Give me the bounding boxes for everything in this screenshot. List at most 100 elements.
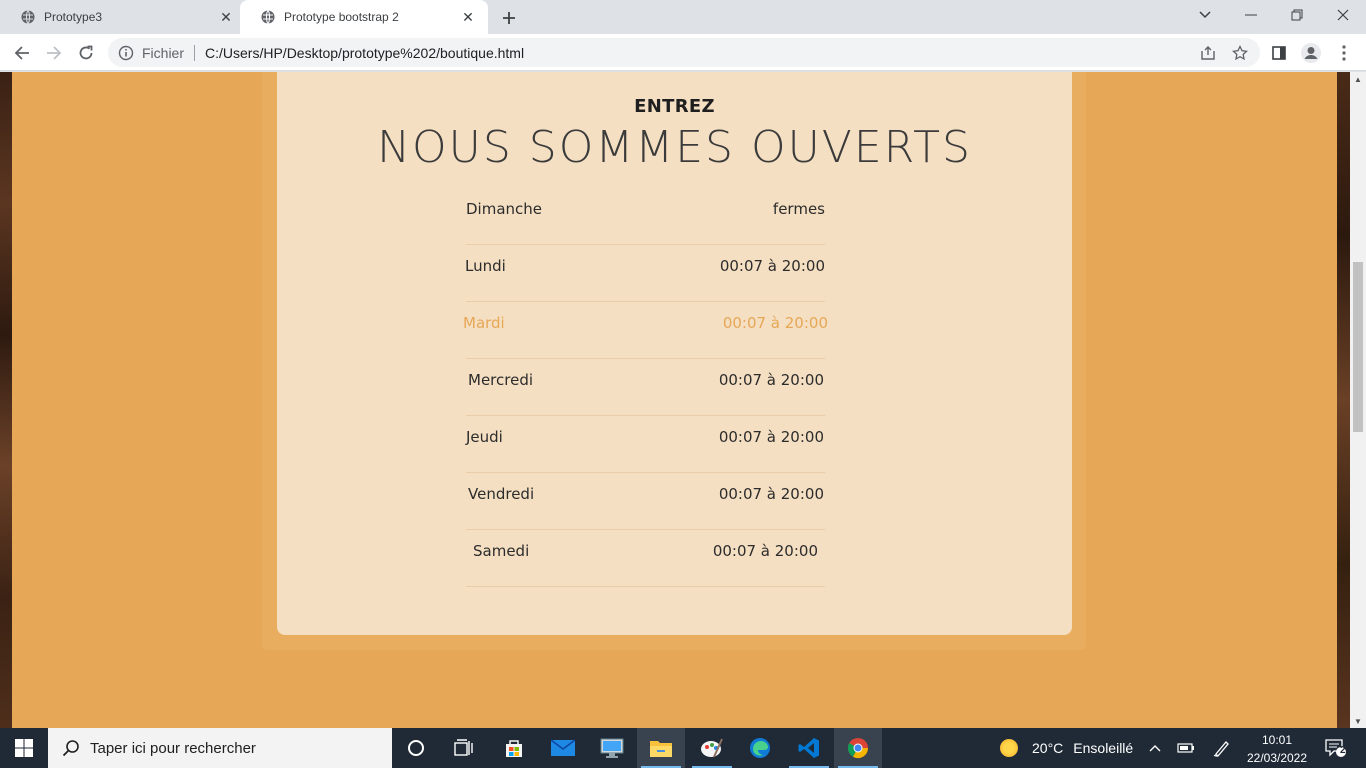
vscode-app[interactable]: [785, 728, 833, 768]
hours-row-samedi: Samedi 00:07 à 20:00: [466, 530, 825, 587]
chrome-icon: [847, 738, 869, 759]
hours-row-lundi: Lundi 00:07 à 20:00: [465, 245, 825, 302]
page-viewport: ENTREZ NOUS SOMMES OUVERTS Dimanche ferm…: [0, 72, 1366, 728]
remote-desktop-icon: [600, 738, 624, 758]
globe-icon: [261, 10, 275, 24]
weather-temperature: 20°C: [1032, 740, 1064, 756]
restore-button[interactable]: [1274, 0, 1320, 30]
hours-row-mardi: Mardi 00:07 à 20:00: [463, 302, 828, 359]
mail-app[interactable]: [539, 728, 587, 768]
tab-prototype3[interactable]: Prototype3 ✕: [0, 0, 246, 34]
plus-icon: [503, 12, 515, 24]
address-bar[interactable]: Fichier C:/Users/HP/Desktop/prototype%20…: [108, 38, 1260, 67]
weather-widget[interactable]: 20°C Ensoleillé: [1000, 728, 1133, 768]
scroll-down-arrow[interactable]: ▼: [1350, 714, 1366, 728]
time-label: 00:07 à 20:00: [722, 314, 828, 332]
time-label: 00:07 à 20:00: [718, 371, 824, 389]
vscode-icon: [798, 738, 819, 758]
page-scrollbar[interactable]: ▲ ▼: [1350, 72, 1366, 728]
battery-icon: [1177, 743, 1194, 753]
search-placeholder: Taper ici pour rechercher: [90, 739, 256, 757]
side-panel-icon: [1272, 46, 1286, 60]
avatar-icon: [1301, 43, 1321, 63]
close-icon: [1337, 9, 1349, 21]
time-label: 00:07 à 20:00: [718, 485, 824, 503]
clock-time: 10:01: [1261, 733, 1293, 747]
tab-search-button[interactable]: [1182, 0, 1228, 30]
taskbar-search-box[interactable]: Taper ici pour rechercher: [48, 728, 392, 768]
minimize-button[interactable]: [1228, 0, 1274, 30]
profile-button[interactable]: [1297, 39, 1325, 67]
scroll-up-arrow[interactable]: ▲: [1350, 72, 1366, 86]
store-icon: [506, 740, 522, 757]
share-button[interactable]: [1194, 39, 1222, 67]
new-tab-button[interactable]: [498, 7, 520, 29]
cortana-button[interactable]: [392, 728, 440, 768]
taskbar-clock[interactable]: 10:01 22/03/2022: [1240, 728, 1314, 768]
day-label: Lundi: [465, 257, 506, 275]
star-icon: [1232, 45, 1248, 61]
menu-button[interactable]: [1330, 39, 1358, 67]
task-view-icon: [454, 739, 473, 756]
task-view-button[interactable]: [440, 728, 488, 768]
time-label: fermes: [772, 200, 825, 218]
day-label: Samedi: [473, 542, 530, 560]
forward-button[interactable]: [40, 39, 68, 67]
day-label: Mardi: [463, 314, 505, 332]
paint-app[interactable]: [688, 728, 736, 768]
info-icon[interactable]: [118, 45, 134, 61]
tab-title: Prototype bootstrap 2: [284, 10, 399, 24]
time-label: 00:07 à 20:00: [719, 257, 825, 275]
start-button[interactable]: [0, 728, 48, 768]
day-label: Dimanche: [466, 200, 543, 218]
coffee-background-right: [1337, 72, 1350, 728]
reload-icon: [79, 45, 93, 60]
more-vertical-icon: [1342, 45, 1346, 61]
remote-desktop-app[interactable]: [588, 728, 636, 768]
weather-condition: Ensoleillé: [1073, 740, 1134, 756]
close-window-button[interactable]: [1320, 0, 1366, 30]
bookmark-button[interactable]: [1226, 39, 1254, 67]
edge-icon: [750, 738, 770, 758]
windows-taskbar: Taper ici pour rechercher 20°C Ensoleill…: [0, 728, 1366, 768]
file-explorer-app[interactable]: [637, 728, 685, 768]
pen-icon: [1213, 741, 1229, 757]
hours-row-dimanche: Dimanche fermes: [466, 188, 825, 245]
url-text[interactable]: C:/Users/HP/Desktop/prototype%202/boutiq…: [205, 45, 1260, 61]
day-label: Mercredi: [468, 371, 534, 389]
file-explorer-icon: [650, 741, 672, 757]
day-label: Jeudi: [466, 428, 503, 446]
section-heading: NOUS SOMMES OUVERTS: [377, 122, 972, 173]
search-icon: [62, 740, 79, 757]
paint-icon: [701, 738, 723, 758]
scrollbar-thumb[interactable]: [1353, 262, 1363, 432]
tab-prototype-bootstrap-2[interactable]: Prototype bootstrap 2 ✕: [240, 0, 488, 34]
time-label: 00:07 à 20:00: [712, 542, 818, 560]
close-tab-icon[interactable]: ✕: [458, 7, 478, 27]
reload-button[interactable]: [72, 39, 100, 67]
battery-button[interactable]: [1174, 728, 1198, 768]
clock-date: 22/03/2022: [1246, 751, 1308, 765]
pen-workspace-button[interactable]: [1210, 728, 1234, 768]
minimize-icon: [1245, 14, 1257, 16]
side-panel-button[interactable]: [1265, 39, 1293, 67]
chevron-up-icon: [1149, 745, 1161, 752]
sun-icon: [1000, 739, 1018, 757]
close-tab-icon[interactable]: ✕: [216, 7, 236, 27]
hours-row-mercredi: Mercredi 00:07 à 20:00: [466, 359, 825, 416]
edge-app[interactable]: [736, 728, 784, 768]
action-center-button[interactable]: 2: [1316, 728, 1356, 768]
store-app[interactable]: [490, 728, 538, 768]
show-hidden-icons-button[interactable]: [1144, 728, 1166, 768]
chevron-down-icon: [1199, 11, 1211, 19]
arrow-left-icon: [14, 46, 29, 60]
chrome-app[interactable]: [834, 728, 882, 768]
back-button[interactable]: [8, 39, 36, 67]
coffee-background-left: [0, 72, 12, 728]
hours-row-jeudi: Jeudi 00:07 à 20:00: [466, 416, 825, 473]
section-subtitle: ENTREZ: [634, 96, 715, 117]
cortana-icon: [408, 740, 424, 756]
tab-title: Prototype3: [44, 10, 103, 24]
hours-row-vendredi: Vendredi 00:07 à 20:00: [466, 473, 825, 530]
scheme-label: Fichier: [142, 44, 185, 61]
